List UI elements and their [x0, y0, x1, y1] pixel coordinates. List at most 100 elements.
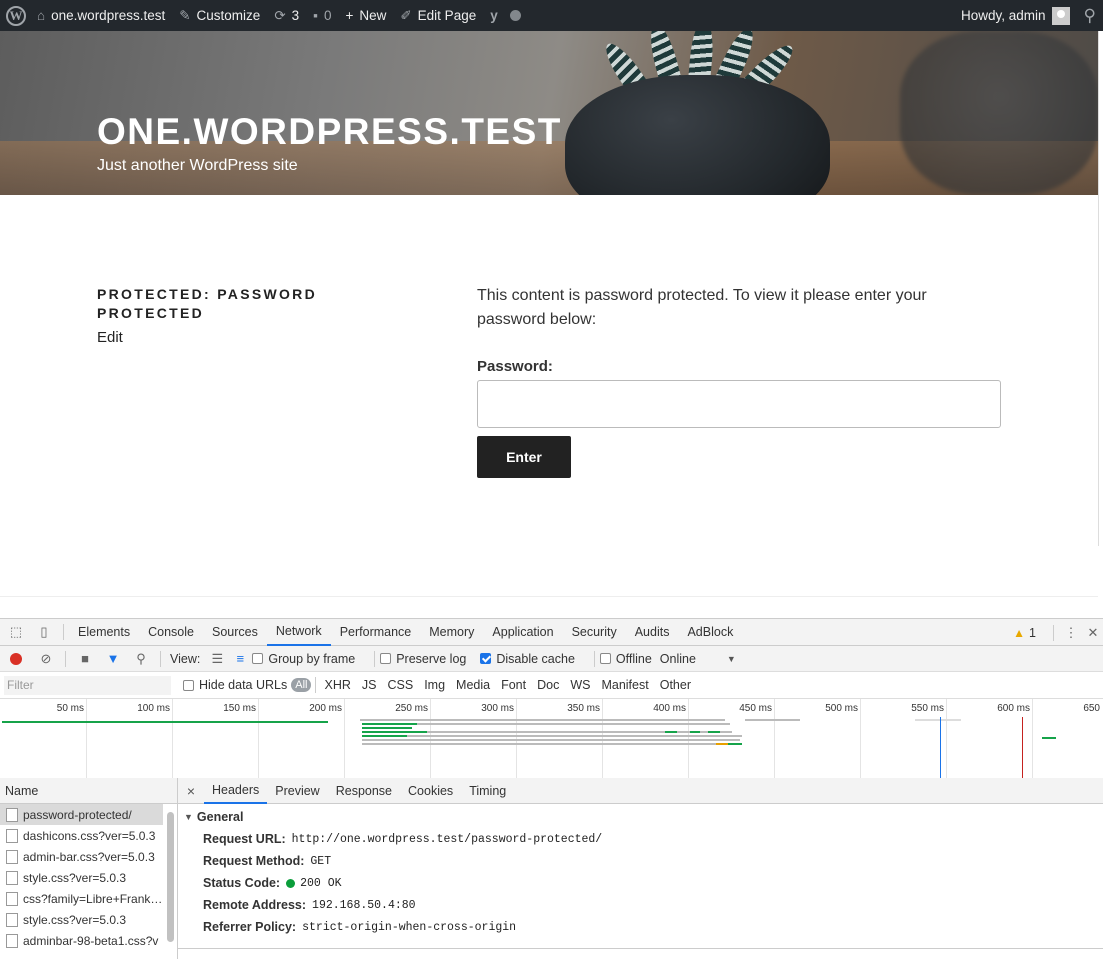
- filter-type-other[interactable]: Other: [655, 678, 696, 692]
- tab-security[interactable]: Security: [563, 619, 626, 646]
- tab-elements[interactable]: Elements: [69, 619, 139, 646]
- record-icon[interactable]: [10, 652, 22, 665]
- page-divider: [0, 596, 1098, 597]
- tab-console[interactable]: Console: [139, 619, 203, 646]
- load-event-marker: [1022, 717, 1023, 778]
- tab-performance[interactable]: Performance: [331, 619, 421, 646]
- remote-address-label: Remote Address:: [203, 898, 307, 912]
- account-menu[interactable]: Howdy, admin: [954, 0, 1077, 31]
- status-code-label: Status Code:: [203, 876, 281, 890]
- yoast-menu[interactable]: y: [483, 0, 528, 31]
- preserve-log-checkbox[interactable]: Preserve log: [380, 652, 466, 666]
- site-title[interactable]: ONE.WORDPRESS.TEST: [97, 111, 562, 153]
- tab-adblock[interactable]: AdBlock: [678, 619, 742, 646]
- timeline-request-bar: [708, 731, 720, 733]
- password-input[interactable]: [477, 380, 1001, 428]
- divider: [1053, 624, 1054, 641]
- list-item[interactable]: style.css?ver=5.0.3: [0, 909, 177, 930]
- document-file-icon: [6, 849, 18, 864]
- updates-menu[interactable]: ⟳ 3: [267, 0, 306, 31]
- tab-response[interactable]: Response: [328, 778, 400, 804]
- network-overview-timeline[interactable]: 50 ms 100 ms 150 ms 200 ms 250 ms 300 ms…: [0, 699, 1103, 779]
- filter-input[interactable]: Filter: [4, 675, 171, 695]
- filter-type-manifest[interactable]: Manifest: [596, 678, 653, 692]
- filter-type-js[interactable]: JS: [357, 678, 382, 692]
- filter-type-css[interactable]: CSS: [382, 678, 418, 692]
- tab-network[interactable]: Network: [266, 619, 331, 646]
- entry-title: PROTECTED: PASSWORD PROTECTED: [97, 286, 317, 321]
- filter-type-ws[interactable]: WS: [565, 678, 595, 692]
- screenshot-camera-icon[interactable]: ■: [71, 651, 99, 666]
- general-section-header[interactable]: ▼ General: [178, 806, 1103, 828]
- inspect-element-icon[interactable]: ⬚: [2, 619, 30, 646]
- updates-icon: ⟳: [274, 7, 286, 23]
- edit-page-menu[interactable]: ✐ Edit Page: [393, 0, 483, 31]
- offline-checkbox[interactable]: Offline: [599, 652, 652, 666]
- timeline-tick-label: 450 ms: [739, 703, 772, 714]
- search-icon[interactable]: ⚲: [127, 651, 155, 667]
- request-list-scrollbar[interactable]: [167, 812, 174, 942]
- remote-address-row: Remote Address: 192.168.50.4:80: [178, 894, 1103, 916]
- request-name: style.css?ver=5.0.3: [23, 912, 127, 927]
- timeline-tick-label: 500 ms: [825, 703, 858, 714]
- password-message: This content is password protected. To v…: [477, 287, 927, 328]
- timeline-request-bar: [716, 743, 728, 745]
- list-item[interactable]: css?family=Libre+Frankli...: [0, 888, 177, 909]
- close-devtools-icon[interactable]: ✕: [1083, 619, 1103, 646]
- group-by-frame-checkbox[interactable]: Group by frame: [252, 652, 355, 666]
- large-rows-icon[interactable]: ☰: [206, 651, 228, 667]
- filter-type-img[interactable]: Img: [419, 678, 450, 692]
- disable-cache-checkbox[interactable]: Disable cache: [480, 652, 575, 666]
- checkbox-box: [183, 679, 194, 691]
- timeline-request-bar: [362, 735, 742, 737]
- list-item[interactable]: style.css?ver=5.0.3: [0, 867, 177, 888]
- filter-type-doc[interactable]: Doc: [532, 678, 564, 692]
- hide-data-urls-checkbox[interactable]: Hide data URLs: [183, 678, 287, 692]
- list-item[interactable]: admin-bar.css?ver=5.0.3: [0, 846, 177, 867]
- status-code-value: 200 OK: [300, 876, 342, 890]
- tab-cookies[interactable]: Cookies: [400, 778, 461, 804]
- filter-type-font[interactable]: Font: [496, 678, 531, 692]
- dom-content-loaded-marker: [940, 717, 941, 778]
- tab-memory[interactable]: Memory: [420, 619, 483, 646]
- edit-post-link[interactable]: Edit: [97, 329, 123, 346]
- timeline-request-bar: [745, 719, 800, 721]
- timeline-gridline: [946, 699, 947, 778]
- filter-type-media[interactable]: Media: [451, 678, 495, 692]
- admin-search[interactable]: ⚲: [1077, 0, 1103, 31]
- tab-audits[interactable]: Audits: [626, 619, 679, 646]
- document-file-icon: [6, 891, 18, 906]
- wordpress-logo-icon[interactable]: W: [6, 5, 26, 26]
- timeline-request-bar: [362, 743, 742, 745]
- list-item[interactable]: password-protected/: [0, 804, 163, 825]
- timeline-request-bar: [728, 743, 742, 745]
- timeline-request-bar: [362, 735, 407, 737]
- filter-type-xhr[interactable]: XHR: [319, 678, 355, 692]
- name-column-header[interactable]: Name: [0, 778, 177, 804]
- search-icon: ⚲: [1083, 6, 1096, 25]
- request-name: password-protected/: [23, 807, 132, 822]
- warnings-counter[interactable]: ▲ 1: [1013, 626, 1036, 640]
- new-content-menu[interactable]: + New: [338, 0, 393, 31]
- throttling-select[interactable]: Online ▼: [660, 652, 736, 666]
- clear-icon[interactable]: ⊘: [32, 651, 60, 667]
- tab-preview[interactable]: Preview: [267, 778, 327, 804]
- more-options-icon[interactable]: ⋮: [1059, 619, 1083, 646]
- customize-menu[interactable]: ✎ Customize: [172, 0, 267, 31]
- waterfall-view-icon[interactable]: ≡: [228, 651, 252, 666]
- filter-type-all[interactable]: All: [291, 678, 312, 692]
- filter-icon[interactable]: ▼: [99, 651, 127, 666]
- comments-menu[interactable]: ▪ 0: [306, 0, 338, 31]
- tab-timing[interactable]: Timing: [461, 778, 514, 804]
- tab-application[interactable]: Application: [483, 619, 562, 646]
- list-item[interactable]: dashicons.css?ver=5.0.3: [0, 825, 177, 846]
- tab-sources[interactable]: Sources: [203, 619, 267, 646]
- checkbox-box: [252, 653, 264, 664]
- tab-headers[interactable]: Headers: [204, 778, 268, 804]
- device-toolbar-icon[interactable]: ▯: [30, 619, 58, 646]
- close-detail-icon[interactable]: ×: [178, 783, 204, 799]
- site-name-menu[interactable]: ⌂ one.wordpress.test: [30, 0, 172, 31]
- enter-button[interactable]: Enter: [477, 436, 571, 478]
- list-item[interactable]: adminbar-98-beta1.css?v: [0, 930, 177, 951]
- divider: [65, 650, 66, 667]
